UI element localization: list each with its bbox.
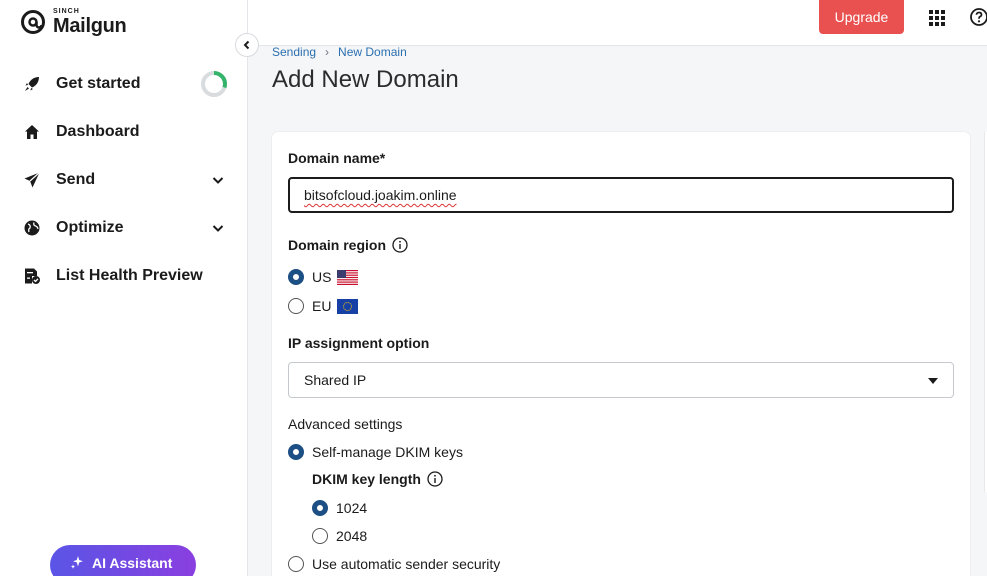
- sidebar-item-label: Get started: [56, 75, 141, 92]
- sidebar: SINCH Mailgun Get started Dashboard Send…: [0, 0, 248, 576]
- radio-checked[interactable]: [312, 500, 328, 516]
- sidebar-item-label: Optimize: [56, 219, 124, 236]
- sidebar-item-send[interactable]: Send: [0, 156, 248, 204]
- automatic-sender-security-radio[interactable]: Use automatic sender security: [288, 556, 500, 572]
- ip-assignment-label: IP assignment option: [288, 335, 430, 351]
- breadcrumb-link-sending[interactable]: Sending: [272, 45, 316, 59]
- collapse-sidebar-button[interactable]: [235, 33, 259, 57]
- upgrade-button[interactable]: Upgrade: [819, 0, 904, 34]
- progress-ring-icon: [201, 71, 227, 97]
- us-flag-icon: [337, 269, 359, 285]
- dkim-2048-label: 2048: [336, 528, 368, 544]
- chevron-right-icon: ›: [325, 45, 330, 59]
- paper-plane-icon: [22, 170, 42, 190]
- help-icon[interactable]: [969, 7, 987, 27]
- self-manage-dkim-label: Self-manage DKIM keys: [312, 444, 463, 460]
- sidebar-item-dashboard[interactable]: Dashboard: [0, 108, 248, 156]
- sidebar-item-label: List Health Preview: [56, 267, 203, 284]
- page-title: Add New Domain: [272, 66, 459, 93]
- domain-region-label: Domain region: [288, 237, 408, 253]
- sidebar-item-optimize[interactable]: Optimize: [0, 204, 248, 252]
- chevron-left-icon: [243, 40, 250, 50]
- sparkle-icon: [71, 556, 83, 569]
- region-eu-radio[interactable]: EU: [288, 298, 359, 314]
- region-eu-label: EU: [312, 298, 332, 314]
- radio-unchecked[interactable]: [288, 556, 304, 572]
- logo-name-text: Mailgun: [53, 15, 127, 37]
- eu-flag-icon: [337, 298, 359, 314]
- ip-assignment-select[interactable]: Shared IP: [288, 362, 954, 398]
- radio-unchecked[interactable]: [312, 528, 328, 544]
- automatic-sender-security-label: Use automatic sender security: [312, 556, 501, 572]
- domain-name-label: Domain name*: [288, 150, 386, 166]
- sidebar-item-get-started[interactable]: Get started: [0, 60, 248, 108]
- logo-sinch-text: SINCH: [53, 8, 80, 15]
- dkim-key-length-label: DKIM key length: [312, 471, 443, 487]
- sidebar-item-label: Send: [56, 171, 96, 188]
- radio-checked[interactable]: [288, 444, 304, 460]
- self-manage-dkim-radio[interactable]: Self-manage DKIM keys: [288, 444, 463, 460]
- dkim-1024-label: 1024: [336, 500, 368, 516]
- rocket-icon: [22, 74, 42, 94]
- domain-name-value: bitsofcloud.joakim.online: [304, 187, 457, 203]
- sidebar-item-list-health-preview[interactable]: List Health Preview: [0, 252, 248, 300]
- home-icon: [22, 122, 42, 142]
- sidebar-item-label: Dashboard: [56, 123, 140, 140]
- radio-checked[interactable]: [288, 269, 304, 285]
- ai-assistant-button[interactable]: AI Assistant: [50, 545, 196, 576]
- breadcrumb: Sending › New Domain: [272, 45, 407, 59]
- add-domain-form-card: Domain name* bitsofcloud.joakim.online D…: [272, 132, 970, 576]
- list-check-icon: [22, 266, 42, 286]
- domain-name-input[interactable]: bitsofcloud.joakim.online: [288, 177, 954, 213]
- radio-unchecked[interactable]: [288, 298, 304, 314]
- info-icon[interactable]: [427, 471, 443, 487]
- dkim-2048-radio[interactable]: 2048: [312, 528, 367, 544]
- region-us-label: US: [312, 269, 332, 285]
- ip-assignment-value: Shared IP: [304, 372, 367, 388]
- ai-assistant-label: AI Assistant: [92, 555, 173, 571]
- mailgun-logo[interactable]: SINCH Mailgun: [20, 6, 127, 38]
- sidebar-nav: Get started Dashboard Send Optimize List…: [0, 60, 248, 300]
- dkim-1024-radio[interactable]: 1024: [312, 500, 367, 516]
- globe-icon: [22, 218, 42, 238]
- mailgun-logo-icon: [21, 10, 45, 34]
- dropdown-caret-icon: [928, 378, 938, 384]
- breadcrumb-link-new-domain[interactable]: New Domain: [338, 45, 407, 59]
- info-icon[interactable]: [392, 237, 408, 253]
- topbar: Upgrade: [248, 0, 987, 46]
- chevron-down-icon[interactable]: [210, 172, 226, 188]
- region-us-radio[interactable]: US: [288, 269, 359, 285]
- advanced-settings-label: Advanced settings: [288, 416, 403, 432]
- chevron-down-icon[interactable]: [210, 220, 226, 236]
- apps-grid-icon[interactable]: [928, 9, 946, 27]
